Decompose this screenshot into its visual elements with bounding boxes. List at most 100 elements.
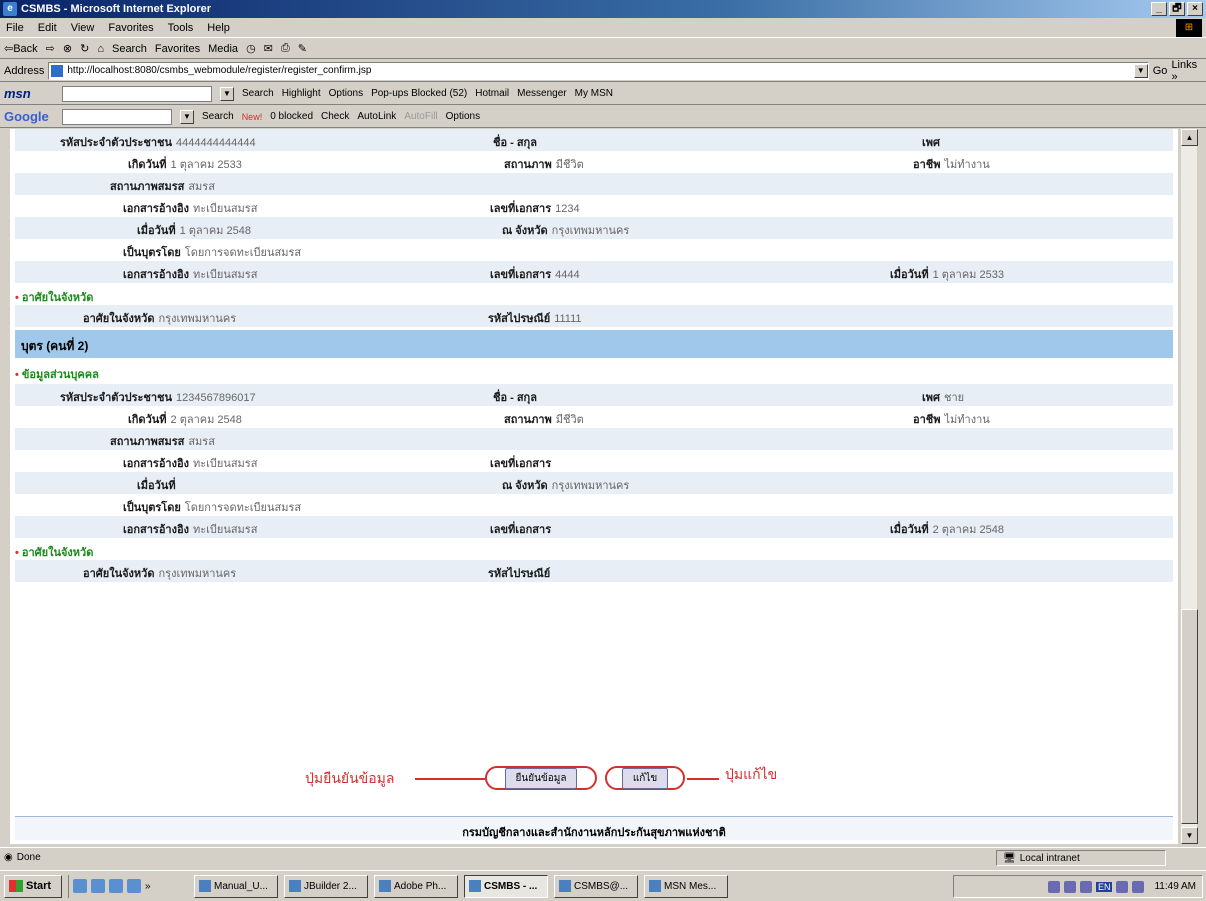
google-autofill-button[interactable]: AutoFill xyxy=(404,111,437,122)
ie-icon xyxy=(469,880,481,892)
menu-favorites[interactable]: Favorites xyxy=(108,22,153,34)
home-icon[interactable]: ⌂ xyxy=(97,43,104,55)
network-icon[interactable] xyxy=(1079,880,1092,893)
address-bar: Address http://localhost:8080/csmbs_webm… xyxy=(0,59,1206,83)
dob-label: เกิดวันที่ xyxy=(128,159,167,171)
google-logo[interactable]: Google xyxy=(4,109,54,124)
task-csmbs-ie[interactable]: CSMBS - ... xyxy=(464,874,548,898)
task-manual[interactable]: Manual_U... xyxy=(194,874,278,898)
menu-file[interactable]: File xyxy=(6,22,24,34)
scroll-down-icon[interactable]: ▼ xyxy=(1181,827,1198,844)
p1-row-child: เป็นบุตรโดย โดยการจดทะเบียนสมรส xyxy=(15,239,1173,261)
folder-icon[interactable] xyxy=(109,879,123,893)
refresh-icon[interactable]: ↻ xyxy=(80,42,89,55)
speaker-icon[interactable] xyxy=(1063,880,1076,893)
google-search-input[interactable] xyxy=(62,108,172,125)
more-button[interactable]: » xyxy=(145,881,151,892)
menu-tools[interactable]: Tools xyxy=(168,22,194,34)
ref2-value: ทะเบียนสมรส xyxy=(192,524,258,536)
task-jbuilder[interactable]: JBuilder 2... xyxy=(284,874,368,898)
task-csmbs-chat[interactable]: CSMBS@... xyxy=(554,874,638,898)
desktop-icon[interactable] xyxy=(73,879,87,893)
ie-window: e CSMBS - Microsoft Internet Explorer _ … xyxy=(0,0,1206,901)
address-input[interactable]: http://localhost:8080/csmbs_webmodule/re… xyxy=(48,61,1149,80)
edit-button[interactable]: แก้ไข xyxy=(621,767,669,789)
menu-view[interactable]: View xyxy=(71,22,95,34)
msn-messenger-button[interactable]: Messenger xyxy=(517,88,566,99)
marital-label: สถานภาพสมรส xyxy=(110,181,185,193)
messenger-icon[interactable] xyxy=(127,879,141,893)
msn-search-input[interactable] xyxy=(62,85,212,102)
confirm-highlight: ยืนยันข้อมูล xyxy=(485,766,597,790)
google-options-button[interactable]: Options xyxy=(446,111,480,122)
go-button[interactable]: Go xyxy=(1153,65,1168,77)
marital-value: สมรส xyxy=(188,436,215,448)
msn-hotmail-button[interactable]: Hotmail xyxy=(475,88,509,99)
msn-dropdown-icon[interactable]: ▼ xyxy=(220,86,234,101)
links-button[interactable]: Links » xyxy=(1171,59,1206,83)
edit-icon[interactable]: ✎ xyxy=(298,42,307,55)
p1-row-ref2: เอกสารอ้างอิง ทะเบียนสมรส เลขที่เอกสาร 444… xyxy=(15,261,1173,283)
menu-edit[interactable]: Edit xyxy=(38,22,57,34)
docno1-label: เลขที่เอกสาร xyxy=(490,203,552,215)
google-new-badge[interactable]: New! xyxy=(242,112,263,122)
shield-icon[interactable] xyxy=(1047,880,1060,893)
language-indicator[interactable]: EN xyxy=(1095,881,1113,892)
search-button[interactable]: Search xyxy=(112,43,147,55)
msn-search-button[interactable]: Search xyxy=(242,88,274,99)
media-button[interactable]: Media xyxy=(208,43,238,55)
google-blocked-button[interactable]: 0 blocked xyxy=(270,111,313,122)
p2-row-dob: เกิดวันที่ 2 ตุลาคม 2548 สถานภาพ มีชีวิต อ… xyxy=(15,406,1173,428)
scroll-up-icon[interactable]: ▲ xyxy=(1181,129,1198,146)
start-button[interactable]: Start xyxy=(4,874,62,898)
marital-value: สมรส xyxy=(188,181,215,193)
action-row: ปุ่มยืนยันข้อมูล ยืนยันข้อมูล แก้ไข ปุ่ม… xyxy=(15,766,1173,814)
google-check-button[interactable]: Check xyxy=(321,111,349,122)
ie-quick-icon[interactable] xyxy=(91,879,105,893)
when2-label: เมื่อวันที่ xyxy=(890,524,929,536)
mail-icon[interactable]: ✉ xyxy=(264,42,273,55)
task-photoshop[interactable]: Adobe Ph... xyxy=(374,874,458,898)
menu-help[interactable]: Help xyxy=(207,22,230,34)
google-dropdown-icon[interactable]: ▼ xyxy=(180,109,194,124)
status-value: มีชีวิต xyxy=(555,414,584,426)
vertical-scrollbar[interactable]: ▲ ▼ xyxy=(1180,129,1198,844)
status-label: สถานภาพ xyxy=(504,159,552,171)
close-button[interactable]: × xyxy=(1187,2,1203,16)
address-url: http://localhost:8080/csmbs_webmodule/re… xyxy=(67,65,372,76)
title-bar[interactable]: e CSMBS - Microsoft Internet Explorer _ … xyxy=(0,0,1206,18)
photoshop-icon xyxy=(379,880,391,892)
page-icon xyxy=(51,64,64,77)
google-search-button[interactable]: Search xyxy=(202,111,234,122)
back-button[interactable]: ⇦Back xyxy=(4,42,38,55)
favorites-button[interactable]: Favorites xyxy=(155,43,200,55)
task-msn[interactable]: MSN Mes... xyxy=(644,874,728,898)
minimize-button[interactable]: _ xyxy=(1151,2,1167,16)
msn-highlight-button[interactable]: Highlight xyxy=(282,88,321,99)
msn-options-button[interactable]: Options xyxy=(329,88,363,99)
confirm-button[interactable]: ยืนยันข้อมูล xyxy=(504,767,578,789)
confirm-pointer-line xyxy=(415,778,485,780)
word-icon xyxy=(199,880,211,892)
maximize-button[interactable]: 🗗 xyxy=(1169,2,1185,16)
job-value: ไม่ทำงาน xyxy=(944,159,990,171)
messenger-tray-icon[interactable] xyxy=(1116,880,1129,893)
stop-icon[interactable]: ⊗ xyxy=(63,42,72,55)
msn-mymsn-button[interactable]: My MSN xyxy=(575,88,613,99)
scroll-thumb[interactable] xyxy=(1181,609,1198,824)
ref1-label: เอกสารอ้างอิง xyxy=(123,458,189,470)
msn-popups-button[interactable]: Pop-ups Blocked (52) xyxy=(371,88,467,99)
zone-panel: 🖥 Local intranet xyxy=(996,850,1166,866)
clock: 11:49 AM xyxy=(1154,881,1196,892)
prov-value: กรุงเทพมหานคร xyxy=(551,480,630,492)
msn-logo[interactable]: msn xyxy=(4,86,54,101)
resident-value: กรุงเทพมหานคร xyxy=(158,313,237,325)
address-dropdown-icon[interactable]: ▼ xyxy=(1133,63,1148,78)
print-icon[interactable]: ⎙ xyxy=(281,42,290,55)
docno1-value: 1234 xyxy=(555,203,580,215)
history-icon[interactable]: ◷ xyxy=(246,42,256,55)
update-icon[interactable] xyxy=(1132,880,1145,893)
google-autolink-button[interactable]: AutoLink xyxy=(357,111,396,122)
forward-button[interactable]: ⇨ xyxy=(46,42,55,55)
p1-row-id: รหัสประจำตัวประชาชน 4444444444444 ชื่อ - … xyxy=(15,129,1173,151)
